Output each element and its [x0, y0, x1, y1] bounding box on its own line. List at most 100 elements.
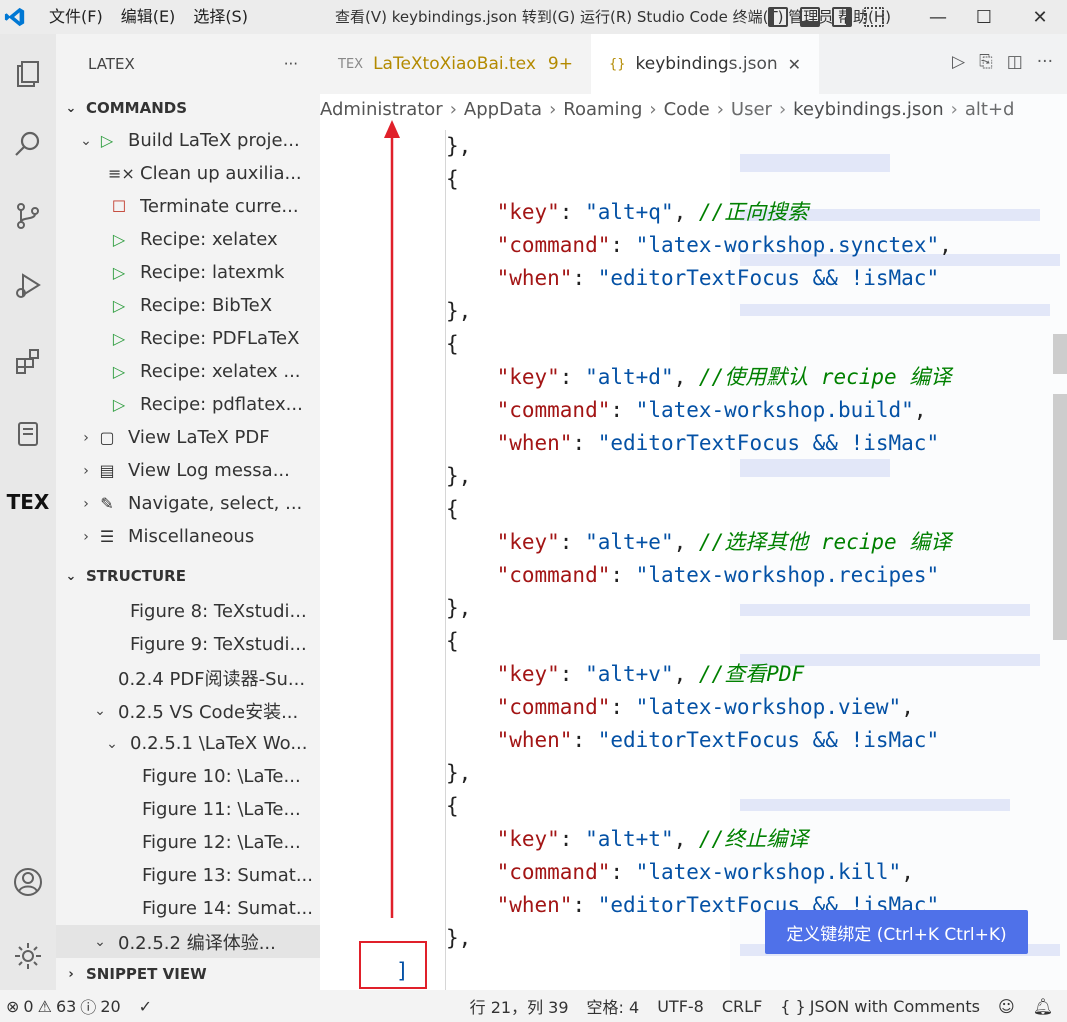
code-token: "key" — [446, 200, 560, 224]
chevron-right-icon: › — [68, 966, 74, 982]
error-count: 0 — [23, 996, 34, 1016]
chevron-down-icon: ⌄ — [94, 933, 106, 950]
account-icon[interactable] — [0, 854, 56, 910]
structure-item[interactable]: Figure 13: Sumat... — [56, 859, 320, 892]
command-item[interactable]: ▷ Recipe: xelatex ... — [56, 355, 320, 388]
code-token: "latex-workshop.build" — [635, 398, 914, 422]
files-icon[interactable] — [0, 46, 56, 102]
cursor-position[interactable]: 行 21，列 39 — [461, 994, 578, 1018]
maximize-button[interactable]: ☐ — [961, 0, 1007, 34]
command-item[interactable]: ▷ Recipe: latexmk — [56, 256, 320, 289]
code-line: { — [446, 493, 459, 526]
code-token: { — [446, 497, 459, 521]
tex-icon[interactable]: TEX — [0, 474, 56, 530]
structure-label: Figure 11: \LaTe... — [142, 799, 301, 820]
close-window-button[interactable]: ✕ — [1017, 0, 1063, 34]
command-item[interactable]: ≡× Clean up auxilia... — [56, 157, 320, 190]
latex-sidebar: LATEX ··· ⌄ COMMANDS ⌄ ▷ Build LaTeX proje… — [56, 34, 320, 990]
minimize-button[interactable]: — — [915, 0, 961, 34]
breadcrumb-item[interactable]: AppData — [464, 99, 542, 120]
encoding-status[interactable]: UTF-8 — [648, 997, 713, 1016]
structure-item[interactable]: Figure 14: Sumat... — [56, 892, 320, 925]
breadcrumb-separator: › — [778, 98, 787, 120]
command-item[interactable]: › ▤ View Log messa... — [56, 454, 320, 487]
command-item[interactable]: ▷ Recipe: xelatex — [56, 223, 320, 256]
breadcrumb-item[interactable]: Administrator — [320, 99, 443, 120]
code-line: "command": "latex-workshop.view", — [446, 691, 914, 724]
command-label: Clean up auxilia... — [140, 163, 302, 184]
feedback-icon[interactable]: ☺ — [989, 997, 1024, 1016]
breadcrumb-item[interactable]: alt+d — [965, 99, 1015, 120]
source-control-icon[interactable] — [0, 188, 56, 244]
menu-item[interactable]: 文件(F) — [40, 0, 112, 34]
menu-item[interactable]: 选择(S) — [184, 0, 257, 34]
code-line: }, — [446, 130, 471, 163]
scrollbar-marker — [1053, 334, 1067, 374]
structure-item[interactable]: 0.2.4 PDF阅读器-Su... — [56, 661, 320, 694]
command-item[interactable]: ☐ Terminate curre... — [56, 190, 320, 223]
breadcrumb-item[interactable]: keybindings.json — [793, 99, 944, 120]
vertical-scrollbar-thumb[interactable] — [1053, 394, 1067, 640]
check-icon[interactable]: ✓ — [130, 997, 161, 1016]
language-mode[interactable]: { } JSON with Comments — [771, 997, 989, 1016]
close-tab-icon[interactable]: ✕ — [788, 55, 801, 74]
breadcrumb-separator: › — [549, 98, 557, 120]
open-keyboard-shortcuts-icon[interactable]: ⎘ — [979, 52, 993, 72]
command-item[interactable]: ⌄ ▷ Build LaTeX proje... — [56, 124, 320, 157]
breadcrumb-item[interactable]: User — [731, 99, 772, 120]
code-token: : — [559, 827, 586, 851]
command-label: Miscellaneous — [128, 526, 255, 547]
command-label: View Log messa... — [128, 460, 290, 481]
more-actions-icon[interactable]: ··· — [284, 55, 298, 73]
search-icon[interactable] — [0, 116, 56, 172]
indentation-status[interactable]: 空格: 4 — [578, 994, 649, 1018]
breadcrumb-item[interactable]: Roaming — [563, 99, 642, 120]
gear-icon[interactable] — [0, 928, 56, 984]
breadcrumb-item[interactable]: Code — [664, 99, 710, 120]
command-item[interactable]: ▷ Recipe: PDFLaTeX — [56, 322, 320, 355]
structure-section-header[interactable]: ⌄ STRUCTURE — [56, 560, 320, 592]
command-item[interactable]: › ✎ Navigate, select, ... — [56, 487, 320, 520]
run-debug-icon[interactable] — [0, 258, 56, 314]
code-line: { — [446, 163, 459, 196]
code-token: , — [673, 530, 699, 554]
command-item[interactable]: › ▢ View LaTeX PDF — [56, 421, 320, 454]
command-label: View LaTeX PDF — [128, 427, 270, 448]
chevron-down-icon: ⌄ — [94, 702, 106, 719]
toggle-secondary-sidebar-icon[interactable] — [832, 7, 852, 27]
commands-section-header[interactable]: ⌄ COMMANDS — [56, 92, 320, 124]
sidebar-title: LATEX — [88, 55, 135, 73]
chevron-down-icon: ⌄ — [65, 568, 77, 584]
define-keybinding-button[interactable]: 定义键绑定 (Ctrl+K Ctrl+K) — [765, 910, 1028, 954]
menu-item[interactable]: 编辑(E) — [112, 0, 185, 34]
toggle-primary-sidebar-icon[interactable] — [768, 7, 788, 27]
tab-latextoxiaobai[interactable]: TEX LaTeXtoXiaoBai.tex 9+ — [320, 34, 591, 94]
toggle-panel-icon[interactable] — [800, 7, 820, 27]
command-item[interactable]: › ☰ Miscellaneous — [56, 520, 320, 553]
structure-item[interactable]: ⌄ 0.2.5 VS Code安装... — [56, 694, 320, 727]
structure-item[interactable]: Figure 9: TeXstudi... — [56, 628, 320, 661]
structure-label: Figure 14: Sumat... — [142, 898, 313, 919]
more-actions-icon[interactable]: ··· — [1037, 52, 1053, 72]
problems-status[interactable]: ⊗ 0 ⚠ 63 ⓘ 20 — [0, 994, 130, 1018]
run-file-icon[interactable]: ▷ — [952, 52, 965, 72]
book-icon[interactable] — [0, 406, 56, 462]
structure-label: Figure 10: \LaTe... — [142, 766, 301, 787]
split-editor-icon[interactable]: ◫ — [1007, 52, 1023, 72]
snippet-view-section-header[interactable]: › SNIPPET VIEW — [56, 958, 320, 990]
structure-item[interactable]: ⌄ 0.2.5.1 \LaTeX Wo... — [56, 727, 320, 760]
code-token: : — [572, 431, 598, 455]
command-item[interactable]: ▷ Recipe: BibTeX — [56, 289, 320, 322]
command-item[interactable]: ▷ Recipe: pdflatex... — [56, 388, 320, 421]
extensions-icon[interactable] — [0, 334, 56, 390]
notifications-bell-icon[interactable]: 🔔︎ — [1024, 997, 1067, 1016]
structure-item[interactable]: Figure 8: TeXstudi... — [56, 595, 320, 628]
customize-layout-icon[interactable] — [864, 7, 884, 27]
structure-item[interactable]: Figure 12: \LaTe... — [56, 826, 320, 859]
tab-keybindings[interactable]: {} keybindings.json ✕ — [590, 34, 820, 94]
structure-item[interactable]: Figure 10: \LaTe... — [56, 760, 320, 793]
code-token: , — [673, 662, 699, 686]
eol-status[interactable]: CRLF — [713, 997, 771, 1016]
structure-item[interactable]: ⌄ 0.2.5.2 编译体验... — [56, 925, 320, 958]
structure-item[interactable]: Figure 11: \LaTe... — [56, 793, 320, 826]
